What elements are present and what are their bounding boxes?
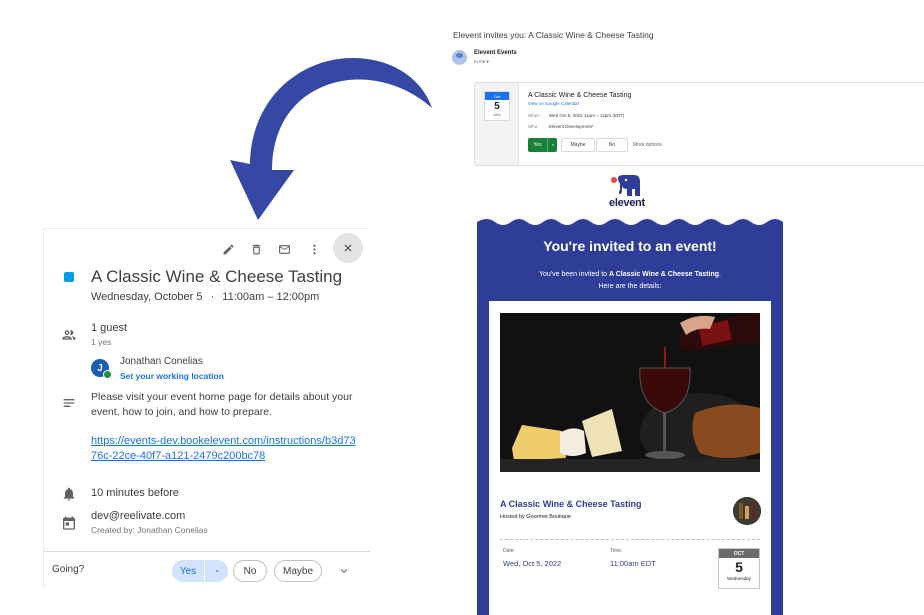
sender-avatar <box>452 50 467 65</box>
calendar-date-badge: OCT 5 Wednesday <box>718 548 760 589</box>
people-icon <box>62 330 76 340</box>
badge-month: OCT <box>719 549 759 558</box>
event-date-time: Wednesday, October 5 · 11:00am – 12:00pm <box>91 291 319 303</box>
invite-heading: You're invited to an event! <box>543 238 717 254</box>
sender-name: Elevent Events <box>474 50 517 56</box>
edit-button[interactable] <box>214 235 242 263</box>
expand-button[interactable] <box>338 564 350 582</box>
calendar-owner: dev@reelivate.com <box>91 510 186 522</box>
gmail-more-options-button[interactable]: More options <box>633 142 662 148</box>
description-text: Please visit your event home page for de… <box>91 391 353 418</box>
event-title: A Classic Wine & Cheese Tasting <box>91 267 343 286</box>
rsvp-yes-dropdown[interactable] <box>204 560 228 582</box>
rsvp-yes-button[interactable]: Yes <box>172 560 228 582</box>
time-label: Time: <box>610 548 623 554</box>
guest-name: Jonathan Conelias <box>120 356 203 367</box>
curved-arrow-icon <box>230 57 432 220</box>
more-options-button[interactable] <box>300 235 328 263</box>
bell-icon <box>63 487 75 501</box>
close-icon <box>344 244 352 252</box>
who-label: Who <box>528 124 538 129</box>
chevron-down-icon <box>341 569 347 573</box>
cal-month: Oct <box>485 92 509 100</box>
host-line: Hosted by Gourmet Boutique <box>500 514 571 520</box>
rsvp-yes-label[interactable]: Yes <box>172 560 204 582</box>
gmail-maybe-button[interactable]: Maybe <box>561 138 595 152</box>
badge-weekday: Wednesday <box>727 576 751 581</box>
calendar-event-popup: A Classic Wine & Cheese Tasting Wednesda… <box>43 228 370 589</box>
caret-down-icon <box>551 144 554 146</box>
pencil-icon <box>223 244 233 254</box>
host-photo <box>733 497 761 525</box>
cal-weekday: Wed <box>493 113 501 117</box>
delete-button[interactable] <box>242 235 270 263</box>
badge-day: 5 <box>735 559 743 575</box>
rsvp-no-button[interactable]: No <box>233 560 267 582</box>
cal-day: 5 <box>494 101 500 112</box>
rsvp-footer: Going? Yes No Maybe <box>44 551 370 589</box>
date-value: Wed, Oct 5, 2022 <box>503 559 562 568</box>
accepted-check-icon <box>103 370 112 379</box>
sub-suffix: . <box>719 271 721 278</box>
reminder-text: 10 minutes before <box>91 487 180 499</box>
envelope-icon <box>278 244 290 254</box>
rsvp-maybe-button[interactable]: Maybe <box>274 560 322 582</box>
details-divider <box>500 539 760 540</box>
gmail-no-button[interactable]: No <box>596 138 628 152</box>
host-avatar <box>733 497 761 525</box>
event-color-swatch <box>64 272 74 282</box>
event-date: Wednesday, October 5 <box>91 291 203 303</box>
more-vertical-icon <box>312 244 316 254</box>
wine-cheese-photo <box>500 313 760 472</box>
guest-yes-count: 1 yes <box>91 337 112 347</box>
gmail-yes-label[interactable]: Yes <box>528 138 547 152</box>
event-description: Please visit your event home page for de… <box>91 390 363 464</box>
when-label: When <box>528 113 540 118</box>
elevent-invitation-email: You're invited to an event! You've been … <box>477 216 783 615</box>
set-working-location-link[interactable]: Set your working location <box>120 371 224 381</box>
event-title[interactable]: A Classic Wine & Cheese Tasting <box>500 499 641 509</box>
sub-line-2: Here are the details: <box>598 283 662 290</box>
view-on-google-calendar-link[interactable]: View on Google Calendar <box>528 101 579 106</box>
gmail-invite-card: Oct 5 Wed A Classic Wine & Cheese Tastin… <box>474 82 924 166</box>
caret-down-icon <box>214 570 219 572</box>
who-value: Elevent Development* <box>549 124 594 129</box>
elephant-logo-icon <box>611 175 640 196</box>
time-value: 11:00am EDT <box>610 559 656 568</box>
created-by: Created by: Jonathan Conelias <box>91 525 208 535</box>
calendar-date-icon: Oct 5 Wed <box>484 91 510 121</box>
email-guests-button[interactable] <box>270 235 298 263</box>
event-details-card: A Classic Wine & Cheese Tasting Hosted b… <box>489 301 771 615</box>
going-label: Going? <box>52 564 85 575</box>
event-homepage-link[interactable]: https://events-dev.bookelevent.com/instr… <box>91 434 361 464</box>
invite-subtext: You've been invited to A Classic Wine & … <box>497 269 763 293</box>
avatar-initial: J <box>97 362 103 374</box>
elevent-logo-text: elevent <box>609 197 645 209</box>
recipient-line[interactable]: to me ▾ <box>474 59 489 65</box>
guest-count: 1 guest <box>91 322 128 334</box>
guest-avatar: J <box>91 359 112 379</box>
email-subject: Elevent invites you: A Classic Wine & Ch… <box>453 30 654 40</box>
invite-card-sidebar: Oct 5 Wed <box>475 83 519 165</box>
sub-event-name: A Classic Wine & Cheese Tasting <box>608 271 720 278</box>
date-label: Date: <box>503 548 515 554</box>
invite-title: A Classic Wine & Cheese Tasting <box>528 92 632 99</box>
gmail-yes-dropdown[interactable] <box>547 138 557 152</box>
description-icon <box>63 399 75 407</box>
wave-border <box>477 216 783 225</box>
sub-prefix: You've been invited to <box>539 271 609 278</box>
close-button[interactable] <box>333 233 363 263</box>
date-separator: · <box>210 291 215 303</box>
calendar-icon <box>63 516 75 530</box>
when-value: Wed Oct 5, 2022 11am – 12pm (EDT) <box>549 113 625 118</box>
trash-icon <box>252 244 260 254</box>
event-time: 11:00am – 12:00pm <box>222 291 320 303</box>
gmail-yes-button[interactable]: Yes <box>528 138 557 152</box>
